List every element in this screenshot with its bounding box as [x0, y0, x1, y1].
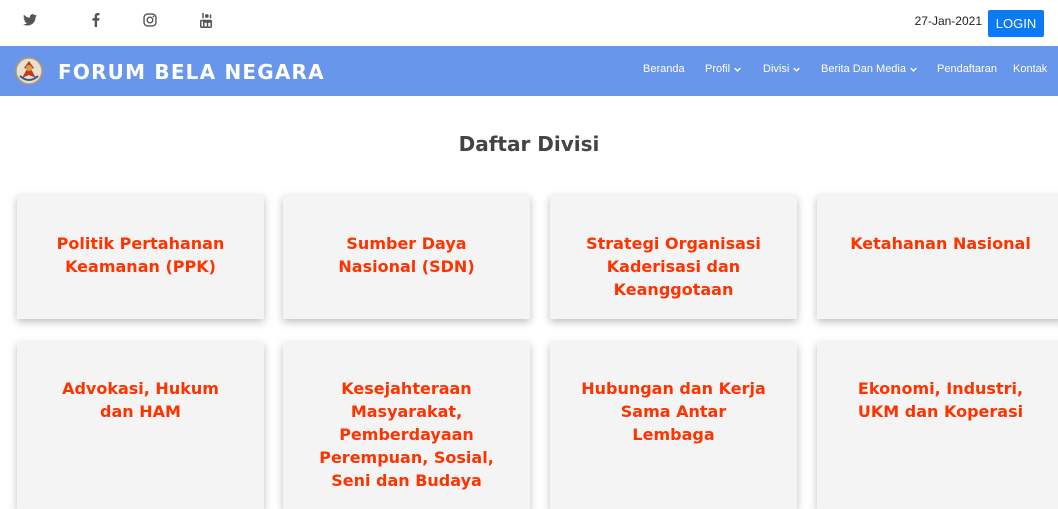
division-card-title: Hubungan dan Kerja Sama Antar Lembaga	[581, 379, 766, 444]
division-card-title: Sumber Daya Nasional (SDN)	[338, 234, 475, 276]
division-card-kesejahteraan[interactable]: Kesejahteraan Masyarakat, Pemberdayaan P…	[283, 342, 530, 509]
division-card-sdn[interactable]: Sumber Daya Nasional (SDN)	[283, 195, 530, 319]
nav-label: Berita Dan Media	[821, 63, 906, 75]
division-card-advokasi[interactable]: Advokasi, Hukum dan HAM	[17, 342, 264, 509]
nav-kontak[interactable]: Kontak	[1013, 63, 1047, 75]
current-date: 27-Jan-2021	[914, 14, 982, 28]
division-card-strategi[interactable]: Strategi Organisasi Kaderisasi dan Keang…	[550, 195, 797, 319]
nav-divisi[interactable]: Divisi	[763, 63, 801, 75]
nav-label: Kontak	[1013, 63, 1048, 75]
chevron-down-icon	[910, 67, 917, 72]
nav-label: Pendaftaran	[937, 63, 997, 75]
nav-label: Beranda	[643, 63, 685, 75]
division-card-title: Ketahanan Nasional	[850, 234, 1031, 253]
nav-pendaftaran[interactable]: Pendaftaran	[937, 63, 997, 75]
nav-label: Divisi	[763, 63, 790, 75]
page-title: Daftar Divisi	[458, 132, 600, 156]
top-bar: 27-Jan-2021 LOGIN	[0, 0, 1058, 46]
brand-title[interactable]: FORUM BELA NEGARA	[58, 60, 325, 84]
division-card-title: Kesejahteraan Masyarakat, Pemberdayaan P…	[319, 379, 494, 490]
main-navbar: FORUM BELA NEGARA Beranda Profil Divisi …	[0, 46, 1058, 96]
division-card-title: Politik Pertahanan Keamanan (PPK)	[56, 234, 225, 276]
chevron-down-icon	[793, 67, 801, 72]
nav-label: Profil	[705, 63, 731, 75]
nav-profil[interactable]: Profil	[705, 63, 741, 75]
division-card-title: Ekonomi, Industri, UKM dan Koperasi	[857, 379, 1024, 421]
division-card-ekonomi[interactable]: Ekonomi, Industri, UKM dan Koperasi	[817, 342, 1058, 509]
division-card-title: Strategi Organisasi Kaderisasi dan Keang…	[586, 234, 761, 299]
division-card-title: Advokasi, Hukum dan HAM	[62, 379, 219, 421]
twitter-icon[interactable]	[20, 10, 40, 30]
chevron-down-icon	[734, 67, 741, 72]
nav-berita-dan-media[interactable]: Berita Dan Media	[821, 63, 917, 75]
instagram-icon[interactable]	[140, 10, 160, 30]
youtube-icon[interactable]	[196, 10, 216, 30]
facebook-icon[interactable]	[86, 10, 106, 30]
login-button[interactable]: LOGIN	[988, 10, 1044, 37]
nav-beranda[interactable]: Beranda	[643, 63, 685, 75]
logo-icon[interactable]	[14, 56, 44, 86]
division-card-ppk[interactable]: Politik Pertahanan Keamanan (PPK)	[17, 195, 264, 319]
division-card-hubungan[interactable]: Hubungan dan Kerja Sama Antar Lembaga	[550, 342, 797, 509]
division-card-ketahanan[interactable]: Ketahanan Nasional	[817, 195, 1058, 319]
